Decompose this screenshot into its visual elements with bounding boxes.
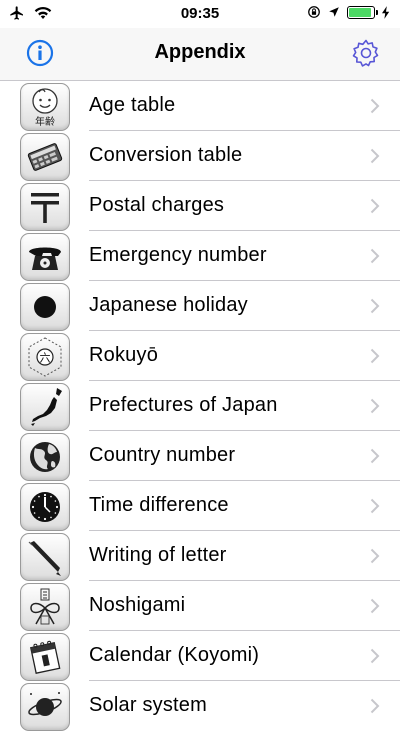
list-item-japanese-holiday[interactable]: Japanese holiday xyxy=(0,281,400,331)
list-item-label: Time difference xyxy=(89,494,229,516)
japan-map-icon xyxy=(20,383,70,431)
page-title: Appendix xyxy=(154,41,246,63)
chevron-right-icon xyxy=(370,648,380,664)
chevron-right-icon xyxy=(370,598,380,614)
chevron-right-icon xyxy=(370,348,380,364)
chevron-right-icon xyxy=(370,498,380,514)
battery-tip xyxy=(376,9,378,15)
list-item-prefectures-of-japan[interactable]: Prefectures of Japan xyxy=(0,381,400,431)
chevron-right-icon xyxy=(370,698,380,714)
chevron-right-icon xyxy=(370,398,380,414)
list-item-label: Conversion table xyxy=(89,144,243,166)
chevron-right-icon xyxy=(370,198,380,214)
status-bar: 09:35 xyxy=(0,0,400,28)
postal-mark-icon xyxy=(20,183,70,231)
settings-button[interactable] xyxy=(351,38,381,68)
clock-icon xyxy=(20,483,70,531)
rokuyo-glyph: 六 xyxy=(40,352,51,365)
list-item-rokuyo[interactable]: 六 Rokuyō xyxy=(0,331,400,381)
list-item-noshigami[interactable]: Noshigami xyxy=(0,581,400,631)
planet-icon xyxy=(20,683,70,731)
list-item-label: Writing of letter xyxy=(89,544,227,566)
status-right xyxy=(307,5,390,19)
charging-icon xyxy=(382,5,390,19)
chevron-right-icon xyxy=(370,248,380,264)
globe-icon xyxy=(20,433,70,481)
list-item-calendar-koyomi[interactable]: Calendar (Koyomi) xyxy=(0,631,400,681)
list-item-writing-of-letter[interactable]: Writing of letter xyxy=(0,531,400,581)
list-item-label: Calendar (Koyomi) xyxy=(89,644,260,666)
location-icon xyxy=(329,7,339,17)
list-item-emergency-number[interactable]: Emergency number xyxy=(0,231,400,281)
age-table-glyph: 年齢 xyxy=(35,115,55,128)
chevron-right-icon xyxy=(370,298,380,314)
list-item-conversion-table[interactable]: Conversion table xyxy=(0,131,400,181)
baby-face-icon: 年齢 xyxy=(20,83,70,131)
telephone-icon xyxy=(20,233,70,281)
list-item-label: Postal charges xyxy=(89,194,225,216)
battery-fill xyxy=(349,7,372,17)
list-item-label: Age table xyxy=(89,94,176,116)
list-item-postal-charges[interactable]: Postal charges xyxy=(0,181,400,231)
list-item-time-difference[interactable]: Time difference xyxy=(0,481,400,531)
list-item-country-number[interactable]: Country number xyxy=(0,431,400,481)
list-item-solar-system[interactable]: Solar system xyxy=(0,681,400,731)
chevron-right-icon xyxy=(370,98,380,114)
pen-icon xyxy=(20,533,70,581)
rising-sun-icon xyxy=(20,283,70,331)
list-item-label: Japanese holiday xyxy=(89,294,248,316)
list-item-age-table[interactable]: 年齢 Age table xyxy=(0,81,400,131)
list-item-label: Emergency number xyxy=(89,244,267,266)
calculator-icon xyxy=(20,133,70,181)
battery-icon xyxy=(347,5,378,19)
chevron-right-icon xyxy=(370,148,380,164)
list-item-label: Prefectures of Japan xyxy=(89,394,278,416)
list-item-label: Solar system xyxy=(89,694,207,716)
calendar-icon xyxy=(20,633,70,681)
navigation-bar: Appendix xyxy=(0,28,400,81)
rotation-lock-icon xyxy=(308,6,320,18)
noshi-ribbon-icon xyxy=(20,583,70,631)
list-item-label: Country number xyxy=(89,444,236,466)
gear-icon xyxy=(352,39,379,67)
list-item-label: Noshigami xyxy=(89,594,186,616)
appendix-list: 年齢 Age table Conversion table Postal cha… xyxy=(0,81,400,731)
chevron-right-icon xyxy=(370,548,380,564)
chevron-right-icon xyxy=(370,448,380,464)
rokuyo-chart-icon: 六 xyxy=(20,333,70,381)
list-item-label: Rokuyō xyxy=(89,344,159,366)
